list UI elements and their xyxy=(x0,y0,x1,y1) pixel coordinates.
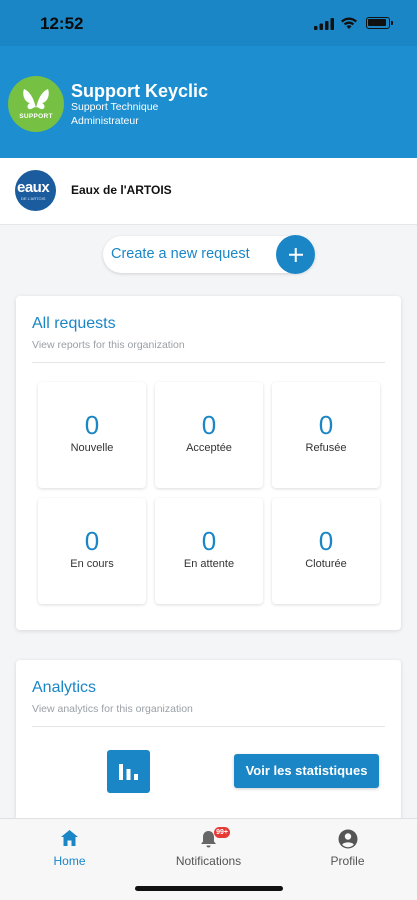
status-time: 12:52 xyxy=(40,14,84,33)
notification-badge: 99+ xyxy=(214,827,230,838)
profile-icon xyxy=(338,829,358,849)
divider xyxy=(32,726,385,727)
status-label: Nouvelle xyxy=(70,442,114,454)
profile-header: SUPPORT Support Keyclic Support Techniqu… xyxy=(0,46,417,158)
status-label: Refusée xyxy=(305,442,347,454)
status-tile-nouvelle[interactable]: 0 Nouvelle xyxy=(38,382,146,488)
tab-label: Notifications xyxy=(175,854,242,868)
avatar-text: SUPPORT xyxy=(19,113,53,120)
home-indicator xyxy=(135,886,283,891)
home-icon xyxy=(61,830,78,846)
all-requests-card: All requests View reports for this organ… xyxy=(16,296,401,630)
status-tile-en-cours[interactable]: 0 En cours xyxy=(38,498,146,604)
create-request-label: Create a new request xyxy=(111,246,250,262)
organization-logo-subtext: DE L'ARTOIS xyxy=(21,196,46,201)
status-tile-refusee[interactable]: 0 Refusée xyxy=(272,382,380,488)
analytics-card: Analytics View analytics for this organi… xyxy=(16,660,401,840)
status-count: 0 xyxy=(201,526,217,556)
status-label: Cloturée xyxy=(305,558,347,570)
bar-chart-icon xyxy=(119,764,138,780)
organization-name: Eaux de l'ARTOIS xyxy=(71,183,172,197)
tab-label: Profile xyxy=(330,854,365,868)
user-rank: Administrateur xyxy=(71,115,139,127)
view-statistics-button[interactable]: Voir les statistiques xyxy=(234,754,379,788)
organization-selector[interactable]: eaux DE L'ARTOIS Eaux de l'ARTOIS xyxy=(0,158,417,225)
status-count: 0 xyxy=(201,410,217,440)
status-count: 0 xyxy=(318,526,334,556)
status-label: En attente xyxy=(183,558,235,570)
user-name: Support Keyclic xyxy=(71,81,209,101)
user-role: Support Technique xyxy=(71,101,159,113)
status-tile-cloturee[interactable]: 0 Cloturée xyxy=(272,498,380,604)
wifi-icon xyxy=(341,17,357,29)
plus-icon[interactable] xyxy=(276,235,315,274)
status-bar: 12:52 xyxy=(0,0,417,46)
status-count: 0 xyxy=(318,410,334,440)
status-count: 0 xyxy=(84,410,100,440)
cellular-signal-icon xyxy=(314,18,334,30)
create-request-button[interactable]: Create a new request xyxy=(103,235,315,274)
status-count: 0 xyxy=(84,526,100,556)
status-label: Acceptée xyxy=(186,442,232,454)
tab-notifications[interactable]: 99+ Notifications xyxy=(139,819,278,879)
organization-logo-text: eaux xyxy=(17,179,50,196)
user-avatar: SUPPORT xyxy=(8,76,64,132)
tab-label: Home xyxy=(53,854,86,868)
tab-profile[interactable]: Profile xyxy=(278,819,417,879)
status-tile-acceptee[interactable]: 0 Acceptée xyxy=(155,382,263,488)
divider xyxy=(32,362,385,363)
status-label: En cours xyxy=(70,558,114,570)
card-title: Analytics xyxy=(32,679,97,696)
bar-chart-button[interactable] xyxy=(107,750,150,793)
status-tile-en-attente[interactable]: 0 En attente xyxy=(155,498,263,604)
butterfly-icon xyxy=(23,89,49,110)
tab-home[interactable]: Home xyxy=(0,819,139,879)
battery-icon xyxy=(366,17,393,29)
card-subtitle: View analytics for this organization xyxy=(32,703,193,715)
organization-logo: eaux DE L'ARTOIS xyxy=(15,170,56,211)
card-title: All requests xyxy=(32,315,116,332)
card-subtitle: View reports for this organization xyxy=(32,339,185,351)
